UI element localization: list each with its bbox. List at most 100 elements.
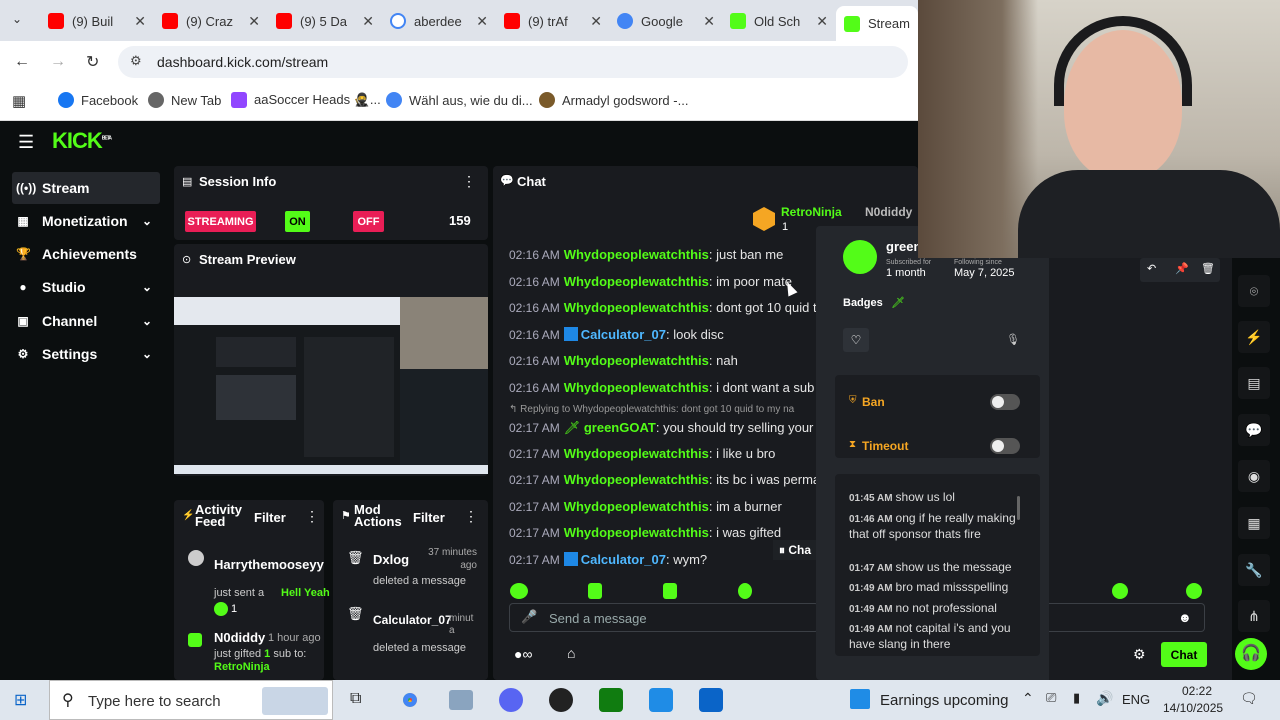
chat-message[interactable]: 02:16 AM Whydopeoplewatchthis: im poor ma… [509,274,792,289]
chat-username[interactable]: Whydopeoplewatchthis [564,472,709,487]
meet-now-icon[interactable]: ⎚ [1046,690,1056,706]
chat-message[interactable]: 02:17 AM Whydopeoplewatchthis: i like u b… [509,446,775,461]
chat-message[interactable]: 02:16 AM Whydopeoplewatchthis: just ban m… [509,247,783,262]
chat-username[interactable]: Whydopeoplewatchthis [564,380,709,395]
bookmark-item[interactable]: Facebook [58,92,138,108]
mod-filter-button[interactable]: Filter [413,510,445,525]
clock-date[interactable]: 14/10/2025 [1163,701,1223,715]
tab-close-icon[interactable]: ✕ [476,13,488,30]
volume-icon[interactable]: 🔊 [1096,690,1113,707]
document-icon[interactable]: ▤ [1238,367,1270,399]
clock-time[interactable]: 02:22 [1173,684,1221,698]
tab-search-chevron-icon[interactable]: ⌄ [12,12,22,26]
chat-send-button[interactable]: Chat [1161,642,1207,667]
chat-username[interactable]: Whydopeoplewatchthis [564,525,709,540]
outlook-taskbar-icon[interactable] [699,688,723,712]
chat-username[interactable]: Whydopeoplewatchthis [564,247,709,262]
broadcast-icon[interactable]: ◉ [1238,460,1270,492]
back-icon[interactable]: ← [14,53,30,71]
nav-item-channel[interactable]: ▣ Channel ⌄ [12,305,160,337]
windows-start-icon[interactable]: ⊞ [14,690,27,710]
browser-tab[interactable]: (9) Buil ✕ [48,7,152,35]
microphone-icon[interactable]: 🎤 [521,609,537,625]
chat-username[interactable]: Whydopeoplewatchthis [564,353,709,368]
browser-tab[interactable]: (9) Craz ✕ [162,7,266,35]
kebab-menu-icon[interactable]: ⋮ [462,173,476,190]
pin-icon[interactable]: 📌 [1175,262,1189,275]
activity-user[interactable]: N0diddy [214,630,265,645]
emoji-icon[interactable]: ☻ [1178,610,1192,625]
news-widget[interactable]: Earnings upcoming [880,692,1008,709]
battery-icon[interactable]: ▮ [1073,690,1080,706]
stream-preview-video[interactable] [174,297,488,474]
mod-user[interactable]: Dxlog [373,552,409,567]
nav-item-stream[interactable]: ((•)) Stream [12,172,160,204]
bookmark-item[interactable]: New Tab [148,92,221,108]
nav-item-achievements[interactable]: 🏆 Achievements [12,238,160,270]
chat-message[interactable]: 02:16 AM Whydopeoplewatchthis: dont got 1… [509,300,824,315]
tab-close-icon[interactable]: ✕ [362,13,374,30]
layout-icon[interactable]: ▦ [1238,507,1270,539]
site-info-icon[interactable]: ⚙ [130,53,142,69]
browser-tab[interactable]: aberdee ✕ [390,7,494,35]
discord-taskbar-icon[interactable] [499,688,523,712]
mute-icon[interactable]: 🎙 [1006,333,1020,346]
url-field[interactable]: ⚙ dashboard.kick.com/stream [118,46,908,78]
tab-close-icon[interactable]: ✕ [703,13,715,30]
browser-tab-active[interactable]: Stream [836,6,918,41]
emote-icon[interactable] [738,583,752,599]
store-icon[interactable]: ⌂ [567,645,575,661]
kick-logo[interactable]: KICKBETA [52,128,112,154]
browser-tab[interactable]: (9) trAf ✕ [504,7,608,35]
share-nodes-icon[interactable]: ⋔ [1238,600,1270,632]
tray-chevron-icon[interactable]: ⌃ [1022,690,1034,707]
bookmark-item[interactable]: Wähl aus, wie du di... [386,92,533,108]
nav-item-settings[interactable]: ⚙ Settings ⌄ [12,338,160,370]
chat-message[interactable]: 02:17 AM 🗡 greenGOAT: you should try sell… [509,420,824,436]
hamburger-menu-icon[interactable]: ☰ [18,132,34,153]
kebab-menu-icon[interactable]: ⋮ [464,508,478,525]
browser-tab[interactable]: Google ✕ [617,7,721,35]
chat-message[interactable]: 02:17 AM Whydopeoplewatchthis: im a burne… [509,499,782,514]
pinned-user2[interactable]: N0diddy [865,205,912,219]
language-indicator[interactable]: ENG [1122,692,1150,707]
chat-username[interactable]: Whydopeoplewatchthis [564,300,709,315]
nav-item-studio[interactable]: ● Studio ⌄ [12,271,160,303]
forward-icon[interactable]: → [50,53,66,71]
chat-username[interactable]: Calculator_07 [581,552,666,567]
wrench-icon[interactable]: 🔧 [1238,554,1270,586]
bookmark-item[interactable]: Armadyl godsword -... [539,92,688,108]
chat-username[interactable]: Whydopeoplewatchthis [564,446,709,461]
chat-username[interactable]: greenGOAT [584,420,656,435]
reload-icon[interactable]: ↻ [86,52,99,72]
emote-icon[interactable] [510,583,528,599]
chat-username[interactable]: Calculator_07 [581,327,666,342]
chat-paused-button[interactable]: ⏸ Cha [773,540,818,560]
chat-message[interactable]: 02:16 AM Whydopeoplewatchthis: i dont wan… [509,380,814,395]
timeout-toggle[interactable] [990,438,1020,454]
nav-item-monetization[interactable]: ▦ Monetization ⌄ [12,205,160,237]
notifications-icon[interactable]: 🗨 [1240,690,1258,707]
camera-scan-icon[interactable]: ⌾ [1238,275,1270,307]
chat-username[interactable]: Whydopeoplewatchthis [564,499,709,514]
gift-target[interactable]: RetroNinja [214,661,270,673]
stream-off-button[interactable]: OFF [353,211,384,232]
kick-points-icon[interactable]: ●∞ [514,646,532,662]
emote-icon[interactable] [1112,583,1128,599]
trash-icon[interactable]: 🗑 [1201,262,1215,275]
taskbar-search-box[interactable]: ⚲ Type here to search [49,680,333,720]
lightning-icon[interactable]: ⚡ [1238,321,1270,353]
tab-close-icon[interactable]: ✕ [134,13,146,30]
mod-user[interactable]: Calculator_07 [373,613,452,627]
chat-bubble-icon[interactable]: 💬 [1238,414,1270,446]
pinned-user[interactable]: RetroNinja [781,205,842,219]
obs-taskbar-icon[interactable] [549,688,573,712]
browser-tab[interactable]: Old Sch ✕ [730,7,834,35]
chat-input[interactable]: 🎤 Send a message [509,603,819,632]
emote-icon[interactable] [1186,583,1202,599]
chat-username[interactable]: Whydopeoplewatchthis [564,274,709,289]
chat-message[interactable]: 02:17 AM Whydopeoplewatchthis: i was gift… [509,525,781,540]
follow-heart-button[interactable]: ♡ [843,328,869,352]
xbox-taskbar-icon[interactable] [599,688,623,712]
user-card-name[interactable]: green [886,239,921,254]
